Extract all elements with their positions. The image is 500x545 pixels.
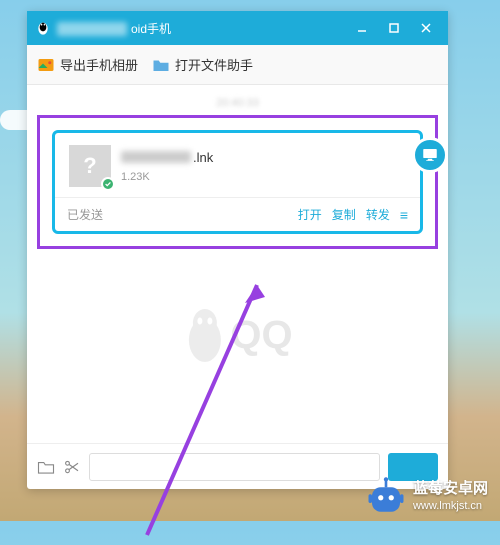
file-info-row: ? .lnk 1.23K [55,133,420,197]
sender-avatar [412,137,448,173]
footer-title: 蓝莓安卓网 [413,479,488,499]
sent-status: 已发送 [67,206,288,223]
window-title: xxxxxoid手机 [57,20,348,37]
more-menu-icon[interactable]: ≡ [400,207,408,223]
open-file-link[interactable]: 打开 [298,206,322,223]
folder-input-icon[interactable] [37,458,55,476]
message-timestamp: 20:40:33 [37,97,438,109]
robot-icon [365,475,407,517]
titlebar: xxxxxoid手机 [27,11,448,45]
chat-area: 20:40:33 ? .lnk [27,85,448,443]
chat-window: xxxxxoid手机 导出手机相册 打开文件助手 20:40:33 [27,11,448,489]
monitor-icon [421,146,439,164]
export-album-label: 导出手机相册 [60,55,138,74]
file-name: .lnk [121,150,213,165]
open-file-helper-label: 打开文件助手 [175,55,253,74]
file-size: 1.23K [121,171,213,183]
scissors-icon[interactable] [63,458,81,476]
copy-file-link[interactable]: 复制 [332,206,356,223]
album-icon [37,56,55,74]
maximize-button[interactable] [380,17,408,39]
message-actions-row: 已发送 打开 复制 转发 ≡ [55,197,420,231]
folder-icon [152,56,170,74]
toolbar: 导出手机相册 打开文件助手 [27,45,448,85]
file-thumbnail: ? [69,145,111,187]
window-controls [348,17,440,39]
title-suffix: oid手机 [131,22,171,36]
open-file-helper-button[interactable]: 打开文件助手 [152,55,253,74]
watermark-text: QQ [230,313,292,358]
qq-app-icon [35,20,51,36]
unknown-file-icon: ? [83,153,96,179]
message-input[interactable] [89,453,380,481]
forward-file-link[interactable]: 转发 [366,206,390,223]
close-button[interactable] [412,17,440,39]
qq-watermark: QQ [182,305,292,365]
footer-text: 蓝莓安卓网 www.lmkjst.cn [413,479,488,513]
file-details: .lnk 1.23K [121,150,213,183]
success-check-icon [101,177,115,191]
export-album-button[interactable]: 导出手机相册 [37,55,138,74]
annotation-highlight: ? .lnk 1.23K 已发送 打开 复制 [37,115,438,249]
file-message-bubble: ? .lnk 1.23K 已发送 打开 复制 [52,130,423,234]
minimize-button[interactable] [348,17,376,39]
site-watermark: 蓝莓安卓网 www.lmkjst.cn [365,475,488,517]
penguin-icon [182,305,226,365]
footer-url: www.lmkjst.cn [413,499,488,513]
